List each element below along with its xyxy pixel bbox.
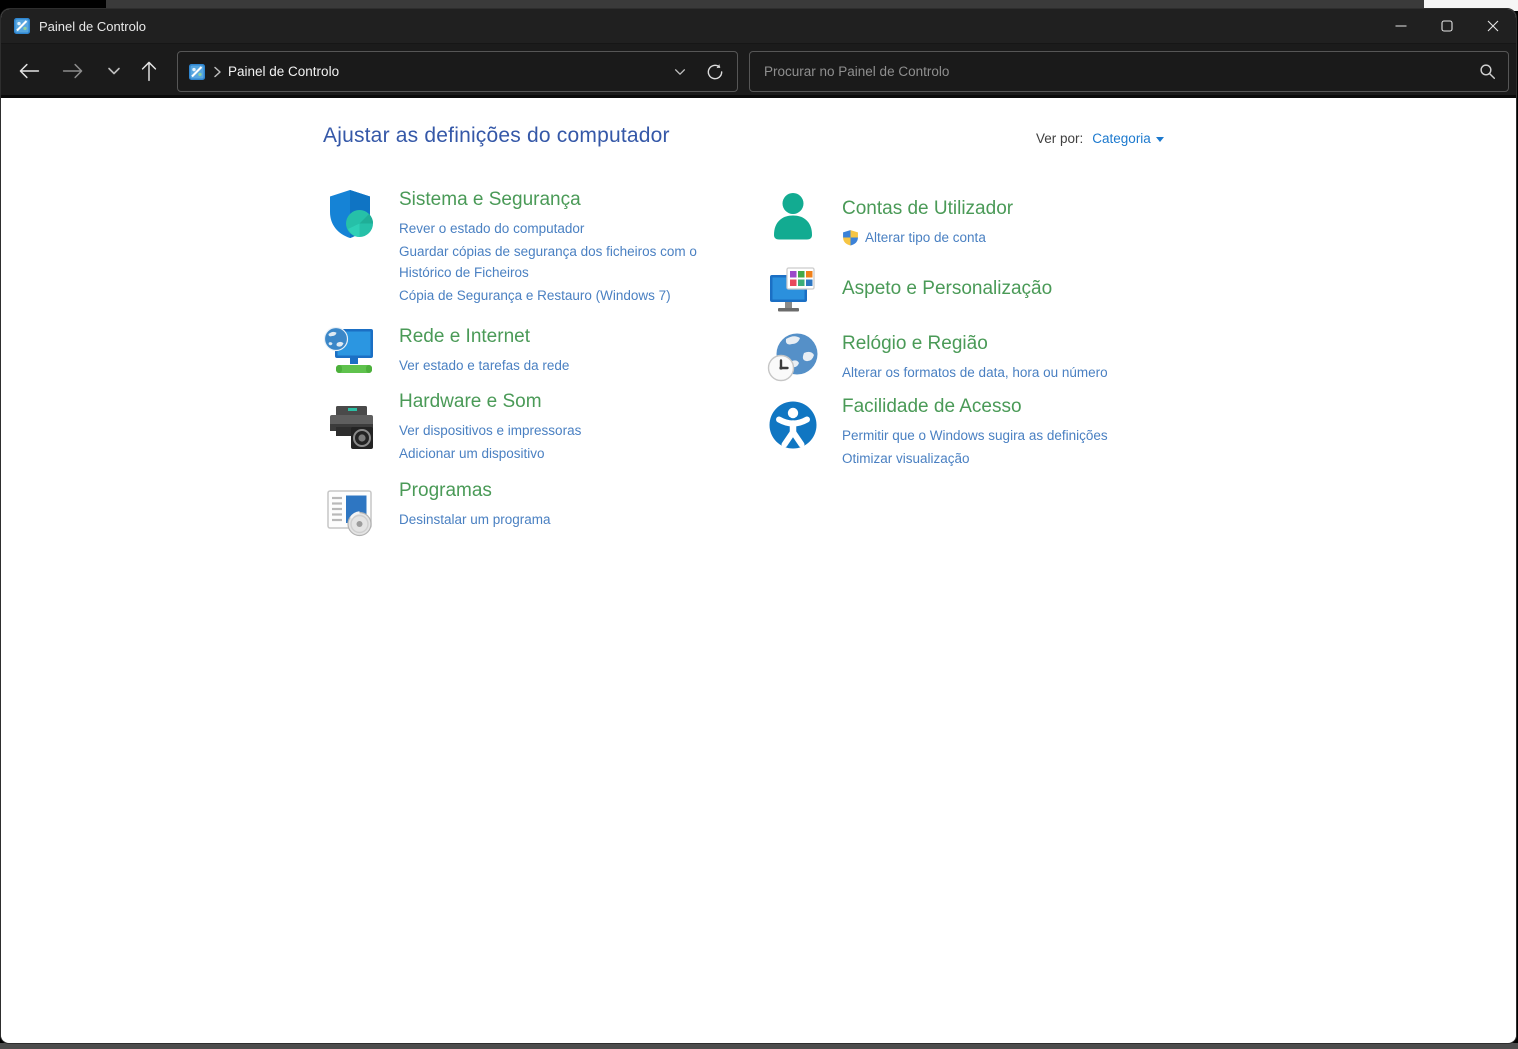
category-title[interactable]: Programas (399, 478, 733, 504)
control-panel-icon (14, 18, 30, 34)
task-link[interactable]: Alterar tipo de conta (842, 227, 1222, 248)
category-hardware-sound: Hardware e Som Ver dispositivos e impres… (323, 389, 733, 464)
titlebar: Painel de Controlo (1, 9, 1516, 43)
up-button[interactable] (131, 53, 167, 89)
task-link[interactable]: Ver estado e tarefas da rede (399, 355, 733, 376)
arrow-left-icon (17, 57, 41, 85)
search-input[interactable] (750, 64, 1479, 79)
category-ease-of-access: Facilidade de Acesso Permitir que o Wind… (766, 394, 1222, 469)
navigation-bar: Painel de Controlo (1, 43, 1516, 98)
close-button[interactable] (1470, 9, 1516, 43)
clock-globe-icon[interactable] (766, 329, 820, 383)
minimize-icon (1395, 20, 1407, 32)
security-shield-icon[interactable] (323, 187, 377, 241)
back-button[interactable] (11, 53, 47, 89)
control-panel-icon (189, 64, 205, 80)
category-system-security: Sistema e Segurança Rever o estado do co… (323, 187, 733, 306)
arrow-right-icon (61, 57, 85, 85)
category-appearance-personalization: Aspeto e Personalização (766, 263, 1222, 317)
category-user-accounts: Contas de Utilizador Alterar tipo de con… (766, 189, 1222, 248)
address-bar[interactable]: Painel de Controlo (177, 51, 738, 92)
task-link[interactable]: Alterar os formatos de data, hora ou núm… (842, 362, 1222, 383)
breadcrumb[interactable]: Painel de Controlo (228, 64, 673, 79)
category-title[interactable]: Sistema e Segurança (399, 187, 733, 213)
category-title[interactable]: Contas de Utilizador (842, 196, 1222, 222)
view-by-label: Ver por: (1036, 131, 1083, 146)
control-panel-window: Painel de Controlo (0, 8, 1517, 1044)
page-title: Ajustar as definições do computador (323, 124, 670, 148)
category-title[interactable]: Facilidade de Acesso (842, 394, 1222, 420)
search-icon[interactable] (1479, 63, 1496, 80)
printer-sound-icon[interactable] (323, 399, 377, 453)
category-title[interactable]: Relógio e Região (842, 331, 1222, 357)
view-by-dropdown[interactable]: Categoria (1092, 131, 1164, 146)
minimize-button[interactable] (1378, 9, 1424, 43)
task-link[interactable]: Ver dispositivos e impressoras (399, 420, 733, 441)
task-link[interactable]: Rever o estado do computador (399, 218, 733, 239)
window-title: Painel de Controlo (39, 19, 146, 34)
refresh-icon[interactable] (705, 62, 725, 82)
category-title[interactable]: Aspeto e Personalização (842, 276, 1222, 302)
personalization-monitor-icon[interactable] (766, 263, 820, 317)
caret-down-icon (1156, 137, 1164, 142)
category-clock-region: Relógio e Região Alterar os formatos de … (766, 329, 1222, 383)
user-account-icon[interactable] (766, 189, 820, 243)
category-title[interactable]: Hardware e Som (399, 389, 733, 415)
chevron-right-icon (213, 66, 222, 78)
task-link[interactable]: Permitir que o Windows sugira as definiç… (842, 425, 1222, 446)
network-monitor-icon[interactable] (323, 324, 377, 378)
address-dropdown-chevron-icon[interactable] (673, 65, 687, 79)
forward-button[interactable] (55, 53, 91, 89)
category-network-internet: Rede e Internet Ver estado e tarefas da … (323, 324, 733, 378)
task-link[interactable]: Desinstalar um programa (399, 509, 733, 530)
task-link[interactable]: Otimizar visualização (842, 448, 1222, 469)
maximize-button[interactable] (1424, 9, 1470, 43)
category-title[interactable]: Rede e Internet (399, 324, 733, 350)
content-area: Ajustar as definições do computador Ver … (1, 98, 1516, 1041)
maximize-icon (1441, 20, 1453, 32)
recent-locations-button[interactable] (96, 53, 132, 89)
task-link[interactable]: Cópia de Segurança e Restauro (Windows 7… (399, 285, 733, 306)
ease-of-access-icon[interactable] (766, 398, 820, 452)
close-icon (1487, 20, 1499, 32)
task-link[interactable]: Adicionar um dispositivo (399, 443, 733, 464)
search-box (749, 51, 1509, 92)
view-by-control: Ver por: Categoria (1036, 131, 1164, 146)
arrow-up-icon (137, 57, 161, 85)
chevron-down-icon (106, 63, 122, 79)
task-link[interactable]: Guardar cópias de segurança dos ficheiro… (399, 241, 733, 283)
uac-shield-icon (842, 229, 859, 246)
programs-disc-icon[interactable] (323, 483, 377, 537)
category-programs: Programas Desinstalar um programa (323, 478, 733, 537)
